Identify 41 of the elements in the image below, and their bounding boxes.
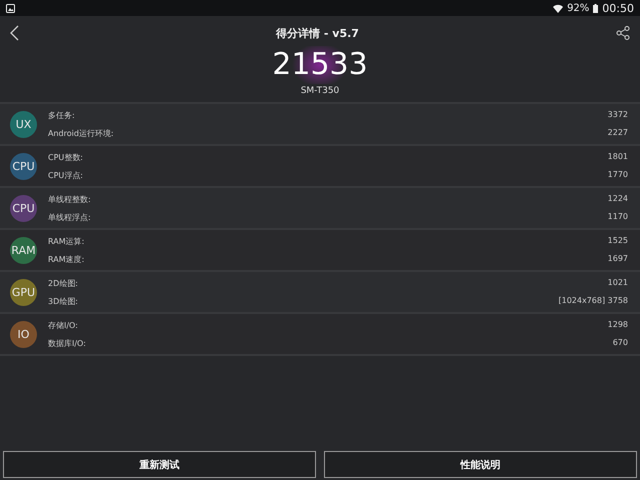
metric-value: 1298: [608, 320, 628, 330]
metric-label: 2D绘图:: [48, 278, 78, 288]
metric-label: 存储I/O:: [48, 320, 78, 330]
metric-label: RAM运算:: [48, 236, 84, 246]
category-badge: CPU: [10, 194, 37, 222]
battery-percentage: 92%: [567, 2, 590, 14]
clock-time: 00:50: [602, 2, 634, 14]
metric-value: 1801: [608, 152, 628, 162]
metric-label: CPU整数:: [48, 152, 83, 162]
metric-value: 1770: [608, 170, 628, 180]
metric-label: 3D绘图:: [48, 296, 78, 306]
metric-value: 1697: [608, 254, 628, 264]
page-title: 得分详情 - v5.7: [276, 26, 359, 40]
battery-icon: [593, 4, 598, 12]
metric-value: 1525: [608, 236, 628, 246]
metric-label: 单线程整数:: [48, 194, 91, 204]
metric-value: [1024x768] 3758: [558, 296, 628, 306]
metric-label: Android运行环境:: [48, 128, 114, 138]
device-model: SM-T350: [300, 86, 340, 96]
wifi-icon: [553, 4, 564, 12]
back-icon[interactable]: [10, 25, 19, 41]
metric-label: 单线程浮点:: [48, 212, 91, 222]
action-button[interactable]: 性能说明: [324, 451, 637, 478]
category-badge: UX: [10, 110, 37, 138]
category-badge: GPU: [10, 278, 37, 306]
metric-value: 1224: [608, 194, 628, 204]
metric-value: 670: [612, 338, 628, 348]
metric-value: 2227: [608, 128, 628, 138]
category-badge: RAM: [10, 236, 37, 264]
metric-value: 3372: [608, 110, 628, 120]
metric-value: 1021: [608, 278, 628, 288]
metric-value: 1170: [608, 212, 628, 222]
metric-label: RAM速度:: [48, 254, 84, 264]
share-icon[interactable]: [616, 26, 630, 40]
image-notification-icon: [6, 4, 15, 12]
category-badge: IO: [10, 320, 37, 348]
metric-label: CPU浮点:: [48, 170, 83, 180]
action-button[interactable]: 重新测试: [3, 451, 316, 478]
category-badge: CPU: [10, 152, 37, 180]
metric-label: 数据库I/O:: [48, 338, 86, 348]
metric-label: 多任务:: [48, 110, 75, 120]
